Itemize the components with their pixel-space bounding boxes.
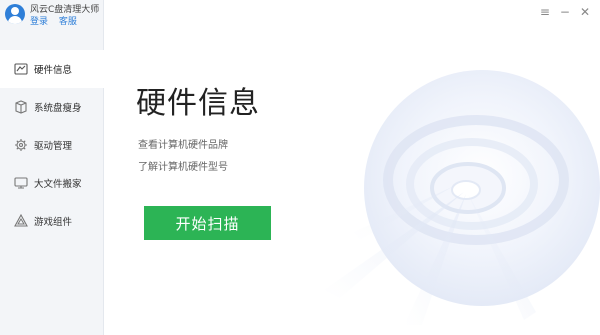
sidebar-item-label: 大文件搬家 xyxy=(34,179,82,190)
sidebar-item-large-file-move[interactable]: 大文件搬家 xyxy=(0,164,104,202)
sidebar-item-label: 驱动管理 xyxy=(34,141,73,152)
sidebar-nav: 硬件信息 系统盘瘦身 驱动管理 大文件搬家 游戏组件 xyxy=(0,50,104,240)
start-scan-button[interactable]: 开始扫描 xyxy=(144,206,271,240)
hardware-model-description: 了解计算机硬件型号 xyxy=(138,162,228,173)
menu-icon[interactable]: ≡ xyxy=(540,6,550,18)
close-icon[interactable]: ✕ xyxy=(580,6,590,18)
sidebar-item-label: 游戏组件 xyxy=(34,217,73,228)
sidebar-item-hardware-info[interactable]: 硬件信息 xyxy=(0,50,104,88)
avatar[interactable] xyxy=(5,4,25,24)
sidebar-item-driver-management[interactable]: 驱动管理 xyxy=(0,126,104,164)
large-file-move-icon xyxy=(14,177,28,189)
sidebar-item-label: 系统盘瘦身 xyxy=(34,103,82,114)
system-disk-slim-icon xyxy=(15,100,27,114)
sidebar-item-system-disk-slim[interactable]: 系统盘瘦身 xyxy=(0,88,104,126)
sidebar-item-label: 硬件信息 xyxy=(34,65,73,76)
game-component-icon xyxy=(14,214,28,227)
main-panel: 硬件信息 查看计算机硬件品牌 了解计算机硬件型号 开始扫描 xyxy=(104,0,600,335)
sidebar-item-game-components[interactable]: 游戏组件 xyxy=(0,202,104,240)
support-link[interactable]: 客服 xyxy=(59,17,77,27)
page-title: 硬件信息 xyxy=(136,86,260,121)
minimize-icon[interactable]: − xyxy=(560,6,570,18)
login-link[interactable]: 登录 xyxy=(30,17,48,27)
sidebar: 风云C盘清理大师 登录 客服 硬件信息 系统盘瘦身 驱动管理 大文件搬家 游戏组… xyxy=(0,0,104,335)
user-profile: 风云C盘清理大师 登录 客服 xyxy=(0,0,104,44)
window-controls: ≡ − ✕ xyxy=(540,6,590,18)
driver-gear-icon xyxy=(15,139,27,151)
hardware-brand-description: 查看计算机硬件品牌 xyxy=(138,140,228,151)
hardware-info-icon xyxy=(14,63,28,75)
app-window: 风云C盘清理大师 登录 客服 硬件信息 系统盘瘦身 驱动管理 大文件搬家 游戏组… xyxy=(0,0,600,335)
